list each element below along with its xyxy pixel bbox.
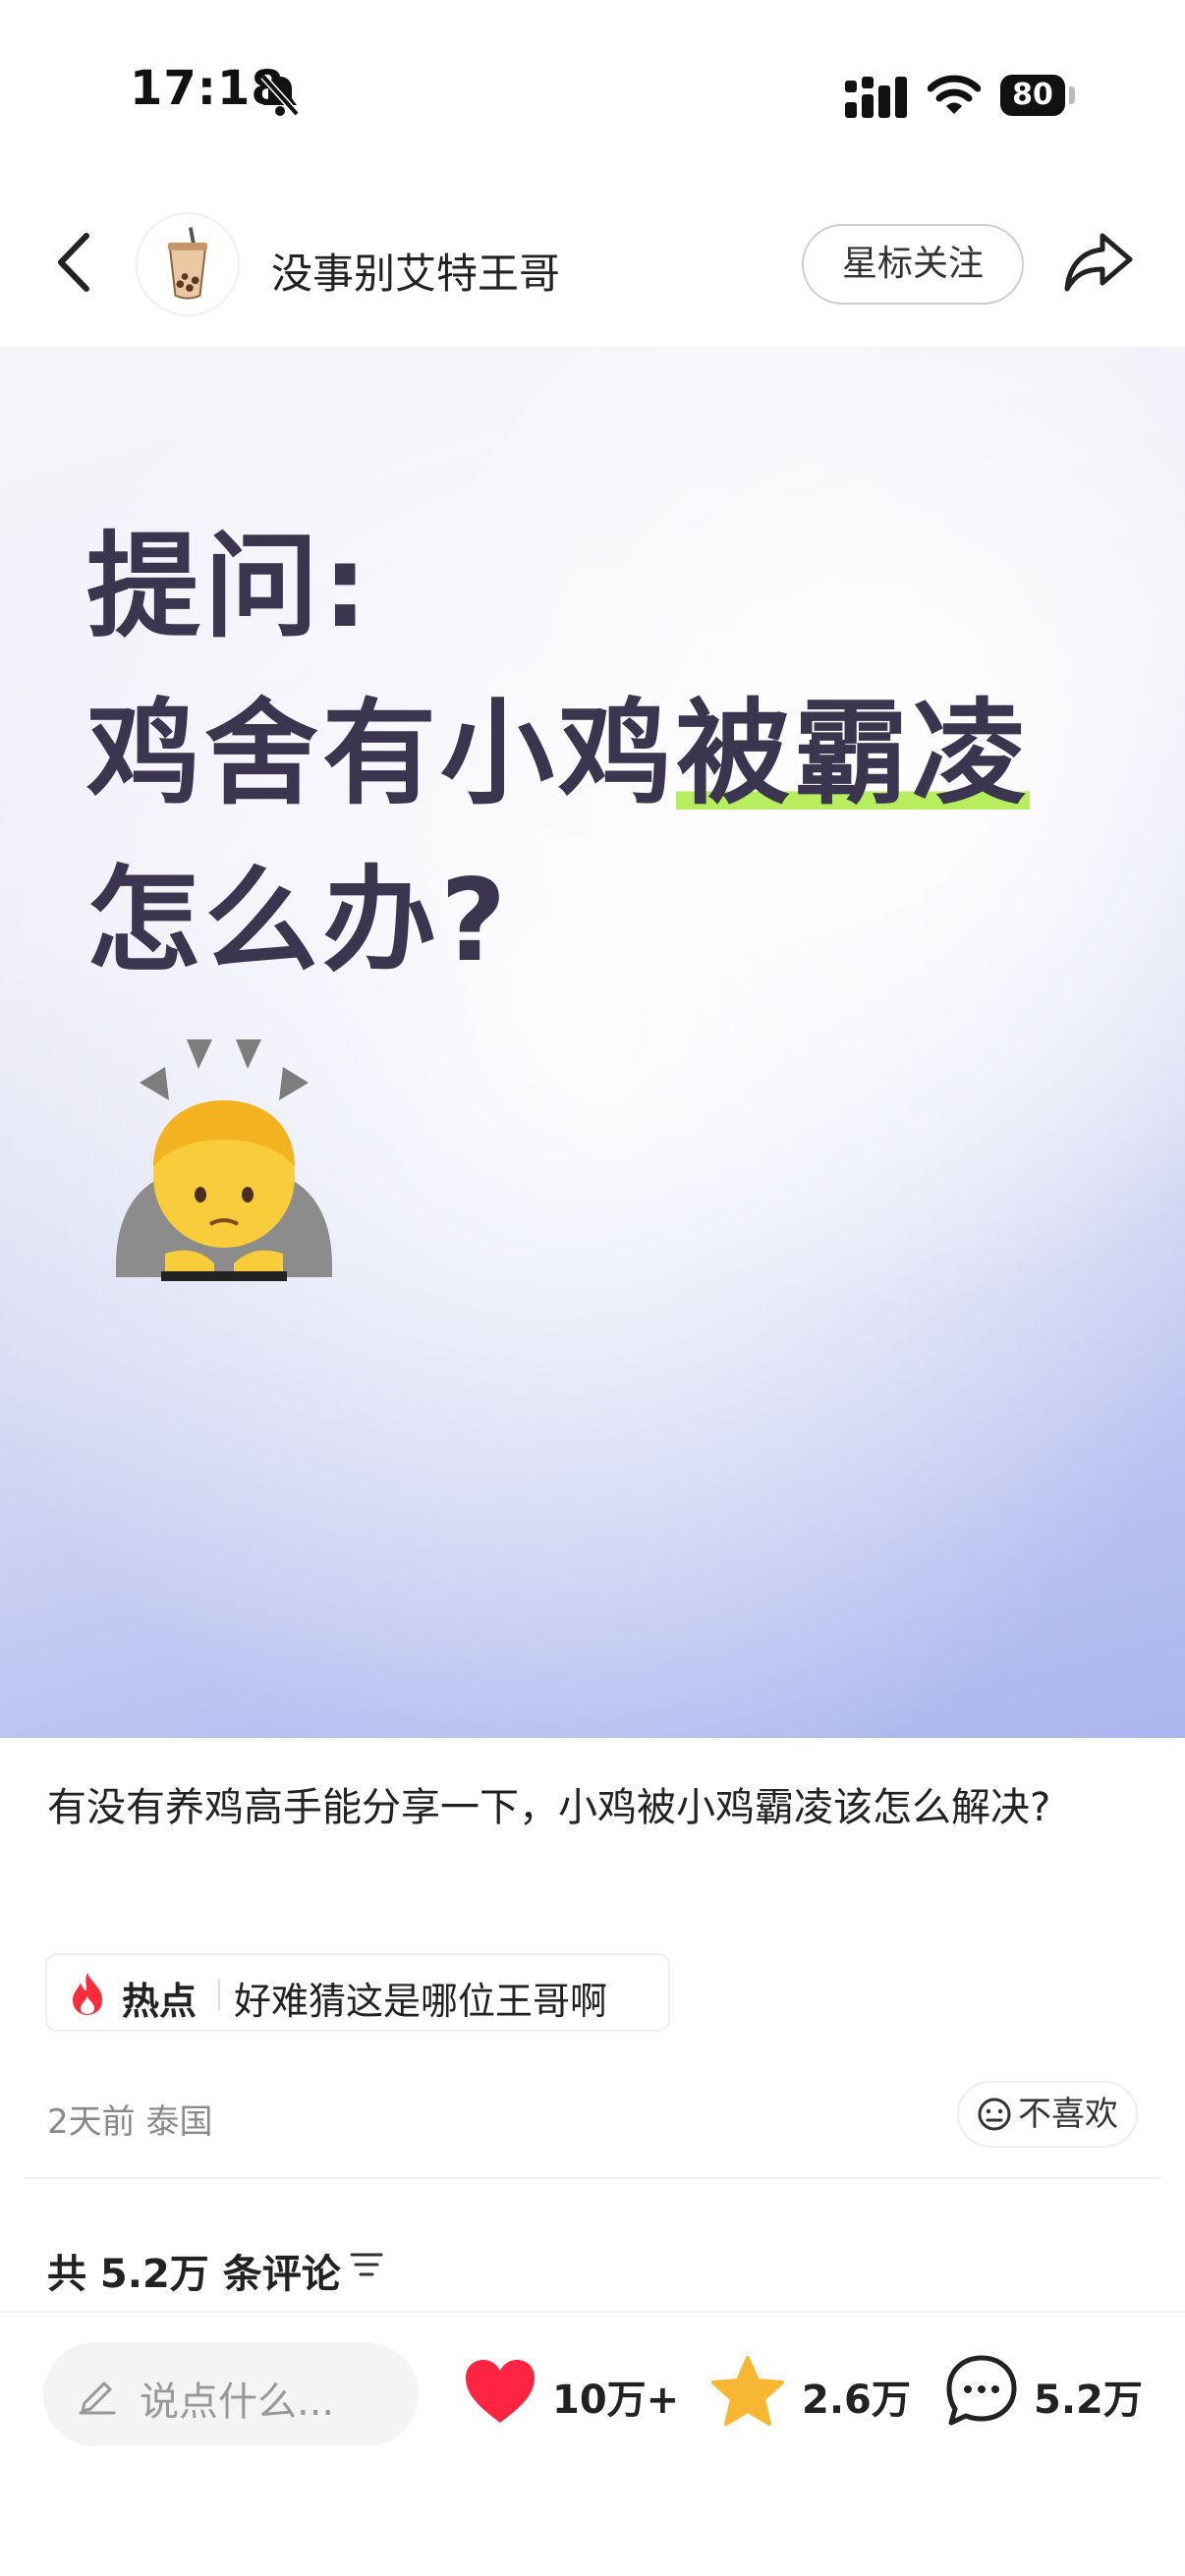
comment-placeholder: 说点什么... bbox=[140, 2380, 335, 2425]
dislike-button[interactable]: 不喜欢 bbox=[957, 2081, 1138, 2148]
comment-input[interactable]: 说点什么... bbox=[43, 2342, 419, 2446]
silent-bell-icon bbox=[260, 74, 300, 117]
hot-divider bbox=[218, 1979, 220, 2010]
fire-icon bbox=[73, 1973, 102, 2015]
filter-icon[interactable] bbox=[350, 2250, 383, 2279]
follow-button[interactable]: 星标关注 bbox=[802, 224, 1024, 305]
share-icon[interactable] bbox=[1063, 230, 1134, 295]
post-description: 有没有养鸡高手能分享一下，小鸡被小鸡霸凌该怎么解决? bbox=[47, 1785, 1051, 1830]
cover-line-2: 鸡舍有小鸡被霸凌 bbox=[86, 661, 1030, 826]
heart-icon[interactable] bbox=[462, 2356, 538, 2427]
favorite-count[interactable]: 2.6万 bbox=[802, 2368, 911, 2425]
battery-icon: 80 bbox=[1000, 75, 1065, 116]
bowing-person-emoji bbox=[116, 1039, 332, 1281]
hot-topic-text: 好难猜这是哪位王哥啊 bbox=[234, 1980, 608, 2023]
bottom-bar-border bbox=[0, 2311, 1185, 2313]
back-icon[interactable] bbox=[49, 228, 98, 297]
cover-highlight: 被霸凌 bbox=[676, 688, 1030, 820]
hot-topic-tag[interactable]: 热点 好难猜这是哪位王哥啊 bbox=[45, 1953, 670, 2032]
wifi-icon bbox=[928, 75, 981, 114]
post-meta: 2天前 泰国 bbox=[47, 2102, 213, 2142]
dislike-label: 不喜欢 bbox=[1018, 2095, 1118, 2134]
comment-count: 共 5.2万 条评论 bbox=[47, 2252, 341, 2297]
pencil-icon bbox=[79, 2381, 116, 2415]
cover-line-3: 怎么办? bbox=[86, 855, 511, 987]
battery-nub bbox=[1069, 86, 1075, 104]
divider bbox=[24, 2177, 1161, 2179]
bubble-tea-avatar bbox=[167, 227, 208, 300]
hot-label: 热点 bbox=[122, 1980, 198, 2023]
author-name[interactable]: 没事别艾特王哥 bbox=[271, 241, 560, 301]
neutral-face-icon bbox=[978, 2098, 1011, 2131]
comment-count-button[interactable]: 5.2万 bbox=[1034, 2368, 1143, 2425]
cover-line-2-a: 鸡舍有小鸡 bbox=[86, 688, 676, 820]
avatar[interactable] bbox=[136, 212, 240, 316]
chat-bubble-icon[interactable] bbox=[943, 2352, 1020, 2429]
cover-line-1: 提问: bbox=[86, 521, 372, 653]
star-icon[interactable] bbox=[709, 2354, 786, 2429]
like-count[interactable]: 10万+ bbox=[552, 2368, 679, 2425]
signal-icon bbox=[845, 77, 907, 118]
